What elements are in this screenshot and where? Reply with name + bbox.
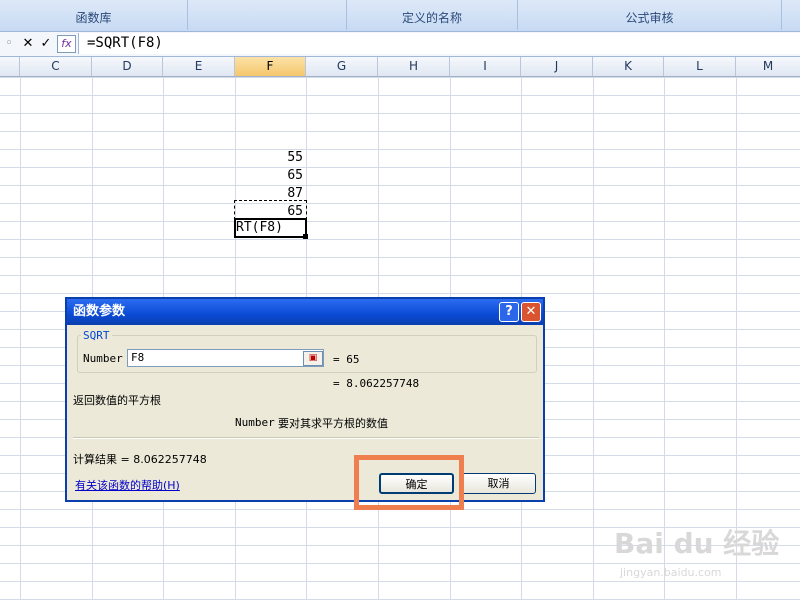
column-header-m[interactable]: M [736, 57, 800, 76]
divider [73, 437, 539, 439]
column-header-j[interactable]: J [521, 57, 593, 76]
grid-line [20, 77, 21, 600]
function-description: 返回数值的平方根 [73, 394, 161, 407]
ribbon-group-function-library: 函数库 [0, 0, 188, 30]
formula-input[interactable]: =SQRT(F8) [78, 33, 800, 54]
argument-description: 要对其求平方根的数值 [278, 417, 388, 430]
argument-result: = 65 [333, 353, 360, 366]
cancel-button[interactable]: 取消 [461, 473, 536, 494]
column-header-l[interactable]: L [664, 57, 736, 76]
close-icon[interactable]: ✕ [521, 302, 541, 322]
ribbon-group-defined-names: 定义的名称 [346, 0, 518, 30]
column-header-i[interactable]: I [450, 57, 521, 76]
cell-f4[interactable]: 55 [235, 149, 303, 167]
active-cell-f8[interactable]: RT(F8) [234, 218, 307, 238]
help-icon[interactable]: ? [499, 302, 519, 322]
column-header-row: C D E F G H I J K L M [0, 57, 800, 77]
argument-label: Number [83, 352, 123, 365]
help-link[interactable]: 有关该函数的帮助(H) [75, 477, 180, 493]
dialog-title: 函数参数 [67, 299, 543, 325]
column-header-k[interactable]: K [593, 57, 664, 76]
watermark-logo: Bai du 经验 [614, 527, 780, 560]
cancel-icon[interactable]: ✕ [20, 35, 36, 53]
function-name-label: SQRT [81, 329, 112, 342]
grid-line [593, 77, 594, 600]
formula-bar: ◦ ✕ ✓ fx =SQRT(F8) [0, 32, 800, 57]
ribbon: 函数库 定义的名称 公式审核 [0, 0, 800, 32]
column-header-e[interactable]: E [163, 57, 235, 76]
calculation-result: 计算结果 = 8.062257748 [73, 453, 207, 466]
column-header-h[interactable]: H [378, 57, 450, 76]
column-header-d[interactable]: D [92, 57, 163, 76]
collapse-dialog-icon[interactable]: ▣ [303, 351, 323, 366]
number-argument-input[interactable]: F8 [127, 349, 324, 367]
formula-bar-grip-icon[interactable]: ◦ [2, 35, 16, 53]
column-header-c[interactable]: C [20, 57, 92, 76]
highlight-box [354, 455, 464, 510]
function-arguments-dialog: 函数参数 ? ✕ SQRT Number F8 ▣ = 65 = 8.06225… [65, 297, 545, 502]
column-header-spacer [0, 57, 20, 76]
function-result: = 8.062257748 [333, 377, 420, 390]
insert-function-icon[interactable]: fx [57, 35, 76, 53]
argument-description-name: Number [235, 416, 275, 429]
column-header-g[interactable]: G [306, 57, 378, 76]
watermark-url: jingyan.baidu.com [620, 566, 722, 579]
fill-handle[interactable] [303, 234, 308, 239]
ribbon-spacer [188, 0, 346, 30]
column-header-f[interactable]: F [235, 57, 306, 76]
cell-f5[interactable]: 65 [235, 167, 303, 185]
enter-icon[interactable]: ✓ [38, 35, 54, 53]
ribbon-group-formula-auditing: 公式审核 [518, 0, 782, 30]
